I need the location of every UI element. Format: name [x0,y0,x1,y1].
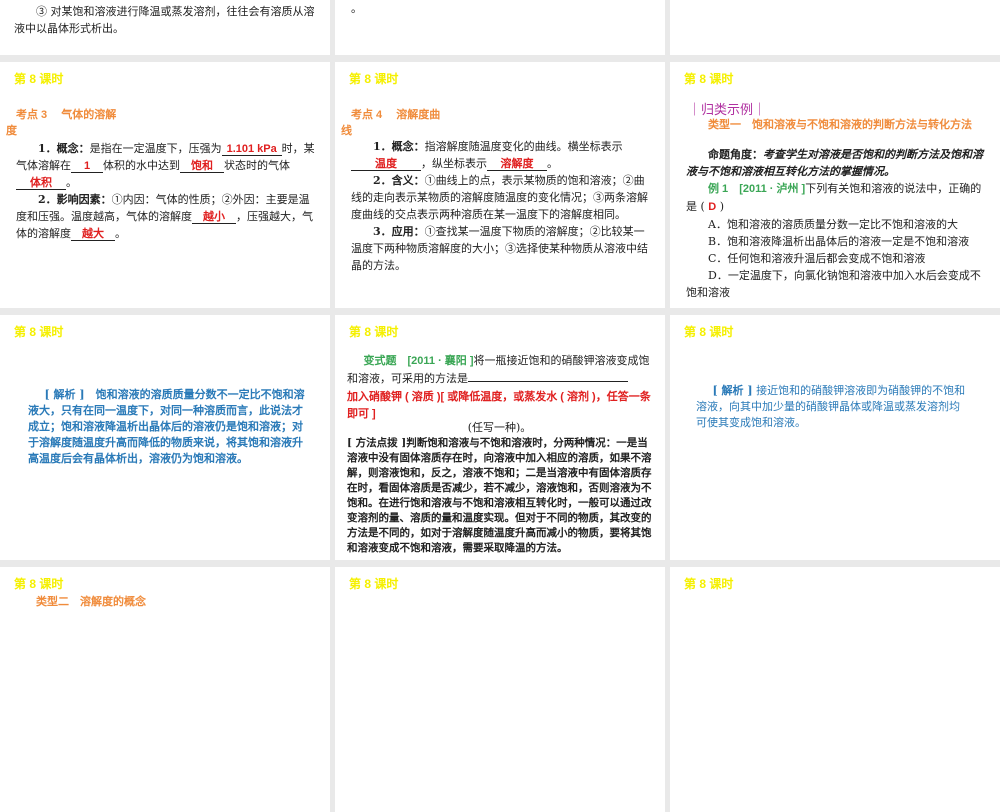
option: C．任何饱和溶液升温后都会变成不饱和溶液 [708,252,926,265]
answer-blank: 体积 [16,177,66,190]
type-heading: 类型二 溶解度的概念 [36,596,146,608]
slide-5[interactable]: 第 8 课时 考点 4 溶解度曲线 1．概念：指溶解度随温度变化的曲线。横坐标表… [335,62,665,308]
answer-blank: 越小 [192,211,236,224]
slide-6[interactable]: 第 8 课时 ｜归类示例｜ 类型一 饱和溶液与不饱和溶液的判断方法与转化方法 命… [670,62,1000,308]
lesson-title: 第 8 课时 [14,72,64,86]
answer-blank: 温度 [351,158,421,171]
analysis-label: [ 解析 ] [44,388,85,401]
answer-blank: 1 [71,160,103,173]
label: 1．概念： [38,142,90,155]
lesson-title: 第 8 课时 [14,577,64,591]
answer: 加入硝酸钾 ( 溶质 )[ 或降低温度，或蒸发水 ( 溶剂 )，任答一条即可 ] [347,391,651,420]
section-heading: 考点 3 气体的溶解度 [6,109,117,137]
lesson-title: 第 8 课时 [349,72,399,86]
answer-blank: 越大 [71,228,115,241]
option: A．饱和溶液的溶质质量分数一定比不饱和溶液的大 [708,218,958,231]
answer-blank: 饱和 [180,160,224,173]
lesson-title: 第 8 课时 [684,72,734,86]
lesson-title: 第 8 课时 [349,577,399,591]
section-heading: 考点 4 溶解度曲线 [341,109,441,137]
option: D．一定温度下，向氯化钠饱和溶液中加入水后会变成不饱和溶液 [686,269,981,299]
analysis-label: [ 解析 ] [712,384,753,397]
slide-text: ③ 对某饱和溶液进行降温或蒸发溶剂，往往会有溶质从溶液中以晶体形式析出。 [14,5,315,35]
slide-10[interactable]: 第 8 课时 类型二 溶解度的概念 [0,567,330,812]
lesson-title: 第 8 课时 [14,325,64,339]
slide-7[interactable]: 第 8 课时 [ 解析 ] 饱和溶液的溶质质量分数不一定比不饱和溶液大，只有在同… [0,315,330,560]
slide-9[interactable]: 第 8 课时 [ 解析 ] 接近饱和的硝酸钾溶液即为硝酸钾的不饱和溶液，向其中加… [670,315,1000,560]
method-tip: 判断饱和溶液与不饱和溶液时，分两种情况：一是当溶液中没有固体溶质存在时，向溶液中… [347,437,652,554]
slide-2[interactable]: 。 [335,0,665,55]
slide-11[interactable]: 第 8 课时 [335,567,665,812]
type-heading: 类型一 饱和溶液与不饱和溶液的判断方法与转化方法 [708,119,972,131]
answer-blank: 1.101 kPa [221,143,282,156]
answer-blank: 溶解度 [487,158,547,171]
slide-8[interactable]: 第 8 课时 变式题 [2011 · 襄阳 ]将一瓶接近饱和的硝酸钾溶液变成饱和… [335,315,665,560]
slide-4[interactable]: 第 8 课时 考点 3 气体的溶解度 1．概念：是指在一定温度下，压强为 1.10… [0,62,330,308]
option: B．饱和溶液降温析出晶体后的溶液一定是不饱和溶液 [708,235,970,248]
lesson-title: 第 8 课时 [349,325,399,339]
slide-1[interactable]: ③ 对某饱和溶液进行降温或蒸发溶剂，往往会有溶质从溶液中以晶体形式析出。 [0,0,330,55]
answer: D [708,201,717,213]
lesson-title: 第 8 课时 [684,325,734,339]
slide-12[interactable]: 第 8 课时 [670,567,1000,812]
lesson-title: 第 8 课时 [684,577,734,591]
slide-3[interactable] [670,0,1000,55]
